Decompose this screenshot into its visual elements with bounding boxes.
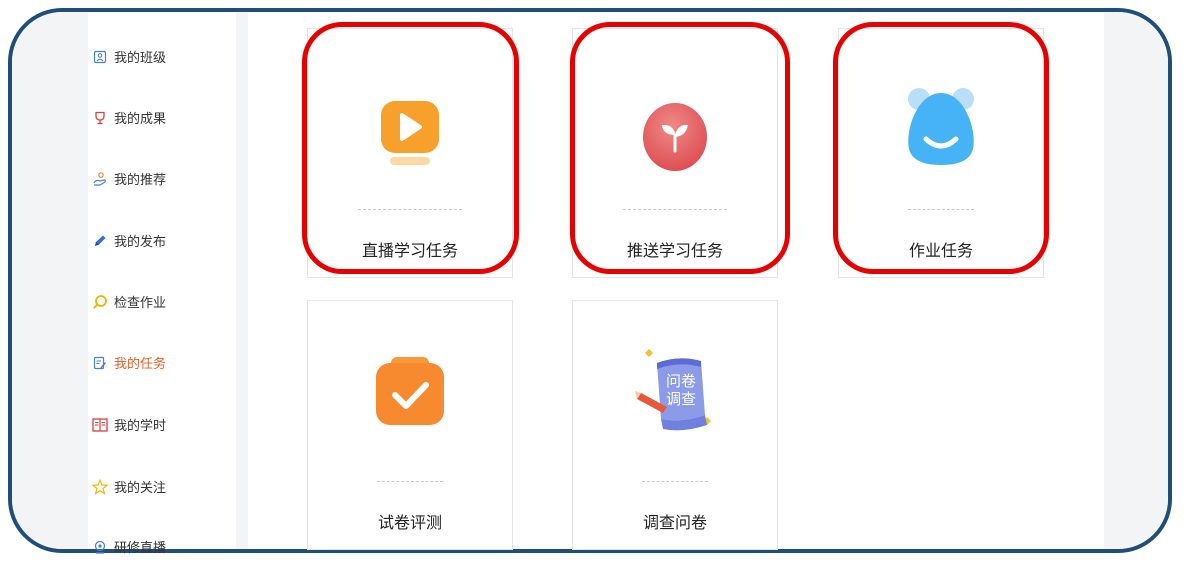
live-play-icon (381, 101, 439, 165)
sidebar-item-training-live[interactable]: 研修直播 (92, 537, 166, 556)
card-exam-assessment[interactable]: 试卷评测 (307, 300, 513, 550)
survey-scroll-icon: 问卷 调查 (635, 349, 711, 431)
sidebar-item-label: 我的学时 (114, 419, 167, 434)
checkmark-icon (376, 357, 444, 425)
publish-icon (92, 233, 108, 249)
page-background-left (12, 12, 88, 549)
sidebar-item-my-recommendations[interactable]: 我的推荐 (92, 169, 166, 188)
smile-icon (908, 88, 974, 165)
card-divider (642, 481, 708, 482)
book-icon (92, 417, 108, 433)
card-divider (623, 209, 727, 210)
sidebar-item-my-study-hours[interactable]: 我的学时 (92, 415, 166, 434)
card-label: 直播学习任务 (361, 241, 458, 260)
card-label: 试卷评测 (377, 513, 442, 532)
sidebar-item-my-publications[interactable]: 我的发布 (92, 231, 166, 250)
card-label: 调查问卷 (642, 513, 707, 532)
star-icon (92, 478, 108, 495)
sidebar-item-label: 我的推荐 (114, 173, 167, 188)
trophy-icon (92, 110, 108, 126)
card-divider (358, 209, 462, 210)
page-background-right (1104, 12, 1168, 549)
sidebar-item-label: 我的发布 (114, 235, 167, 250)
card-survey-questionnaire[interactable]: 问卷 调查 调查问卷 (572, 300, 778, 550)
sidebar (88, 12, 236, 549)
sidebar-item-label: 我的成果 (114, 112, 167, 127)
task-icon (92, 355, 108, 371)
card-push-learning-task[interactable]: 推送学习任务 (572, 28, 778, 278)
sidebar-item-label: 我的关注 (114, 481, 167, 496)
card-divider (908, 209, 974, 210)
survey-icon-text: 调查 (666, 390, 696, 408)
sidebar-item-check-homework[interactable]: 检查作业 (92, 292, 166, 311)
card-label: 作业任务 (908, 241, 973, 260)
sidebar-item-my-achievements[interactable]: 我的成果 (92, 108, 166, 127)
survey-icon-text: 问卷 (666, 372, 696, 390)
sidebar-item-my-tasks[interactable]: 我的任务 (92, 353, 166, 372)
card-divider (377, 481, 443, 482)
sidebar-item-label: 我的班级 (114, 51, 167, 66)
card-homework-task[interactable]: 作业任务 (838, 28, 1044, 278)
sidebar-item-my-class[interactable]: 我的班级 (92, 47, 166, 66)
sprout-icon (643, 103, 707, 171)
sidebar-item-label: 研修直播 (114, 541, 167, 556)
search-icon (92, 294, 108, 310)
sidebar-item-my-follows[interactable]: 我的关注 (92, 477, 166, 496)
live-icon (92, 539, 108, 555)
recommend-icon (92, 171, 108, 187)
card-live-learning-task[interactable]: 直播学习任务 (307, 28, 513, 278)
card-label: 推送学习任务 (626, 241, 723, 260)
sidebar-item-label: 我的任务 (114, 357, 167, 372)
sidebar-item-label: 检查作业 (114, 296, 167, 311)
sidebar-divider (236, 12, 248, 549)
class-icon (92, 49, 108, 65)
